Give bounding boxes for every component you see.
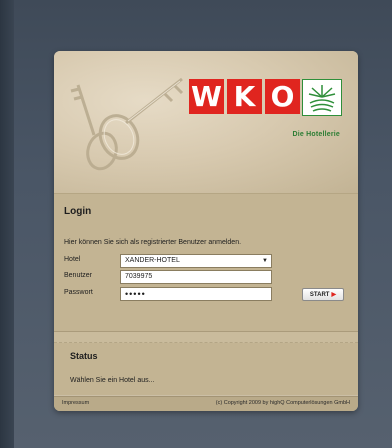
start-button[interactable]: START ▶	[302, 288, 344, 301]
impressum-link[interactable]: Impressum	[62, 400, 89, 406]
password-field[interactable]: •••••	[120, 287, 272, 301]
login-panel: W K O Die Hotellerie Login Hier können S…	[54, 51, 358, 411]
user-field[interactable]: 7039975	[120, 270, 272, 284]
logo-letters: W K O	[189, 79, 300, 114]
keys-illustration	[70, 77, 184, 171]
user-label: Benutzer	[64, 272, 93, 279]
footer: Impressum (c) Copyright 2009 by highQ Co…	[54, 396, 358, 411]
hotel-label: Hotel	[64, 256, 81, 263]
login-section: Login Hier können Sie sich als registrie…	[54, 194, 358, 332]
wko-crown-icon	[302, 79, 342, 116]
section-divider	[54, 332, 358, 343]
password-label: Passwort	[64, 289, 93, 296]
hotel-select[interactable]: XANDER-HOTEL ▼	[120, 254, 272, 268]
logo-letter-o: O	[265, 79, 300, 114]
hotel-select-value: XANDER-HOTEL	[125, 257, 180, 264]
status-section: Status Wählen Sie ein Hotel aus...	[54, 343, 358, 395]
logo-subtitle: Die Hotellerie	[292, 131, 340, 138]
panel-header: W K O Die Hotellerie	[54, 51, 358, 194]
chevron-down-icon[interactable]: ▼	[262, 255, 268, 267]
status-text: Wählen Sie ein Hotel aus...	[70, 377, 155, 384]
user-row: Benutzer 7039975	[64, 270, 344, 284]
arrow-right-icon: ▶	[331, 292, 337, 298]
hotel-row: Hotel XANDER-HOTEL ▼	[64, 254, 344, 268]
logo-letter-w: W	[189, 79, 224, 114]
login-hint: Hier können Sie sich als registrierter B…	[64, 239, 242, 246]
logo-letter-k: K	[227, 79, 262, 114]
copyright-text: (c) Copyright 2009 by highQ Computerlösu…	[215, 400, 350, 406]
password-row: Passwort ••••• START ▶	[64, 287, 344, 301]
wko-logo: W K O Die Hotellerie	[186, 73, 346, 138]
login-title: Login	[64, 206, 92, 217]
start-button-label: START	[309, 291, 330, 298]
status-title: Status	[70, 351, 98, 361]
left-edge-strip	[0, 0, 14, 448]
